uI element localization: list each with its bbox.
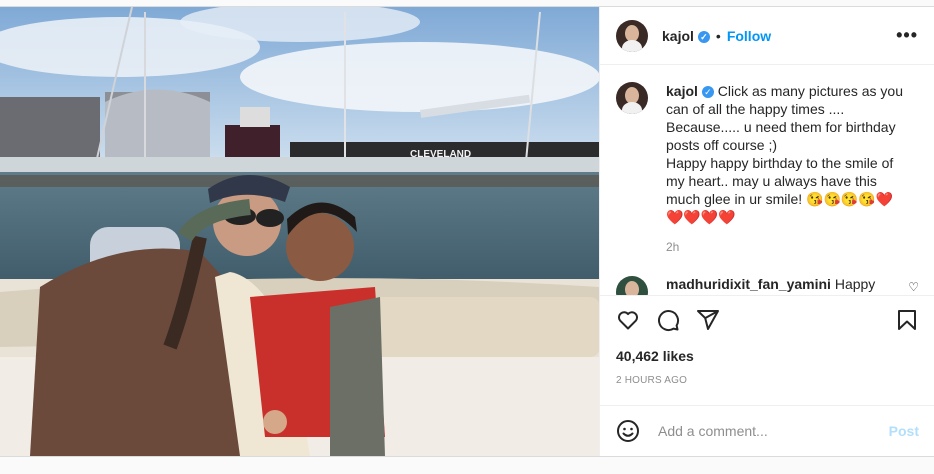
follow-button[interactable]: Follow bbox=[727, 28, 771, 44]
caption-line-8: ❤️❤️❤️❤️ bbox=[666, 209, 736, 225]
caption-avatar[interactable] bbox=[616, 82, 648, 114]
post-card: CLEVELAND kajol ✓ • Follow ••• kajol ✓ C… bbox=[0, 6, 934, 457]
comment-input[interactable] bbox=[656, 422, 889, 440]
comments-section[interactable]: kajol ✓ Click as many pictures as you can… bbox=[600, 66, 934, 295]
author-avatar[interactable] bbox=[616, 19, 648, 52]
verified-icon: ✓ bbox=[697, 30, 710, 43]
caption-time[interactable]: 2h bbox=[666, 238, 906, 256]
comment-item: madhuridixit_fan_yamini Happy ♡ bbox=[600, 256, 934, 295]
photo-illustration: CLEVELAND bbox=[0, 7, 599, 456]
post-header: kajol ✓ • Follow ••• bbox=[600, 7, 934, 65]
separator-dot: • bbox=[715, 27, 721, 44]
action-bar: 40,462 likes 2 HOURS AGO bbox=[600, 295, 934, 386]
author-username[interactable]: kajol ✓ bbox=[662, 28, 710, 44]
caption-line-1: Click as many pictures as you bbox=[717, 83, 903, 99]
comment-like-icon[interactable]: ♡ bbox=[908, 280, 919, 294]
emoji-icon[interactable] bbox=[616, 419, 640, 443]
action-icons bbox=[600, 296, 934, 334]
post-sidebar: kajol ✓ • Follow ••• kajol ✓ Click as many… bbox=[599, 7, 934, 456]
comment-text: madhuridixit_fan_yamini Happy bbox=[666, 276, 875, 292]
caption: kajol ✓ Click as many pictures as you can… bbox=[600, 66, 934, 256]
share-icon[interactable] bbox=[696, 308, 720, 332]
caption-line-4: posts off course ;) bbox=[666, 137, 778, 153]
bookmark-icon[interactable] bbox=[895, 308, 919, 332]
caption-line-3: Because..... u need them for birthday bbox=[666, 119, 896, 135]
posted-time[interactable]: 2 HOURS AGO bbox=[600, 364, 934, 386]
caption-line-2: can of all the happy times .... bbox=[666, 101, 845, 117]
post-comment-button[interactable]: Post bbox=[889, 423, 919, 439]
comment-icon[interactable] bbox=[656, 308, 680, 332]
caption-line-7: much glee in ur smile! 😘😘😘😘❤️ bbox=[666, 191, 894, 207]
caption-line-6: my heart.. may u always have this bbox=[666, 173, 877, 189]
heart-icon[interactable] bbox=[616, 308, 640, 332]
likes-count[interactable]: 40,462 likes bbox=[600, 334, 934, 364]
add-comment-bar: Post bbox=[600, 405, 934, 456]
more-options-icon[interactable]: ••• bbox=[896, 25, 918, 46]
commenter-avatar[interactable] bbox=[616, 276, 648, 295]
caption-username[interactable]: kajol bbox=[666, 83, 698, 99]
verified-icon: ✓ bbox=[701, 86, 714, 98]
caption-line-5: Happy happy birthday to the smile of bbox=[666, 155, 894, 171]
caption-text: kajol ✓ Click as many pictures as you can… bbox=[666, 82, 906, 256]
post-photo[interactable]: CLEVELAND bbox=[0, 7, 599, 456]
comment-body: Happy bbox=[834, 276, 876, 292]
commenter-username[interactable]: madhuridixit_fan_yamini bbox=[666, 276, 831, 292]
